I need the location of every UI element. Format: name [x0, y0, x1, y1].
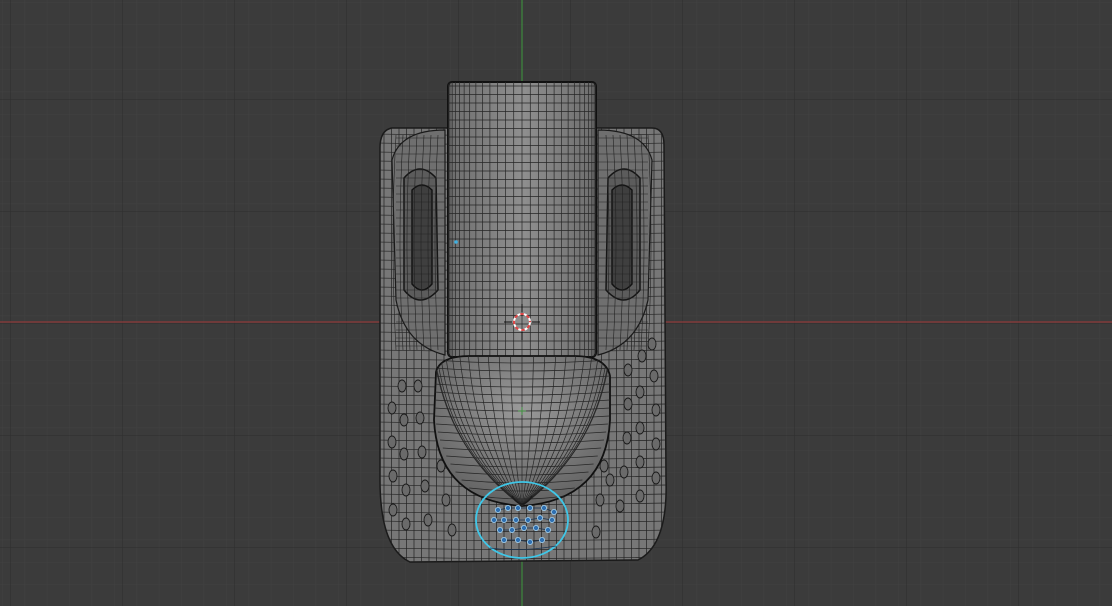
- 3d-viewport[interactable]: [0, 0, 1112, 606]
- selected-vertex[interactable]: [527, 539, 534, 546]
- selected-vertex[interactable]: [515, 504, 522, 511]
- viewport-canvas[interactable]: [0, 0, 1112, 606]
- dome-mesh[interactable]: [433, 355, 611, 507]
- cylinder-mesh[interactable]: [447, 81, 597, 358]
- selected-vertex[interactable]: [545, 527, 552, 534]
- selected-vertex[interactable]: [504, 504, 511, 511]
- selected-vertex[interactable]: [525, 517, 532, 524]
- selected-vertex[interactable]: [494, 506, 501, 513]
- selected-vertex[interactable]: [521, 525, 528, 532]
- selected-vertex[interactable]: [515, 537, 522, 544]
- selected-vertex[interactable]: [490, 517, 497, 524]
- selected-vertex[interactable]: [533, 525, 540, 532]
- selected-vertex[interactable]: [541, 504, 548, 511]
- selected-vertex[interactable]: [500, 537, 507, 544]
- selected-vertex[interactable]: [496, 527, 503, 534]
- selected-vertex[interactable]: [549, 517, 556, 524]
- selected-vertex[interactable]: [537, 515, 544, 522]
- selected-vertex[interactable]: [551, 508, 558, 515]
- selected-vertex[interactable]: [527, 504, 534, 511]
- selected-vertex[interactable]: [500, 517, 507, 524]
- selected-vertex[interactable]: [539, 537, 546, 544]
- selected-vertex[interactable]: [513, 517, 520, 524]
- selected-vertex[interactable]: [508, 527, 515, 534]
